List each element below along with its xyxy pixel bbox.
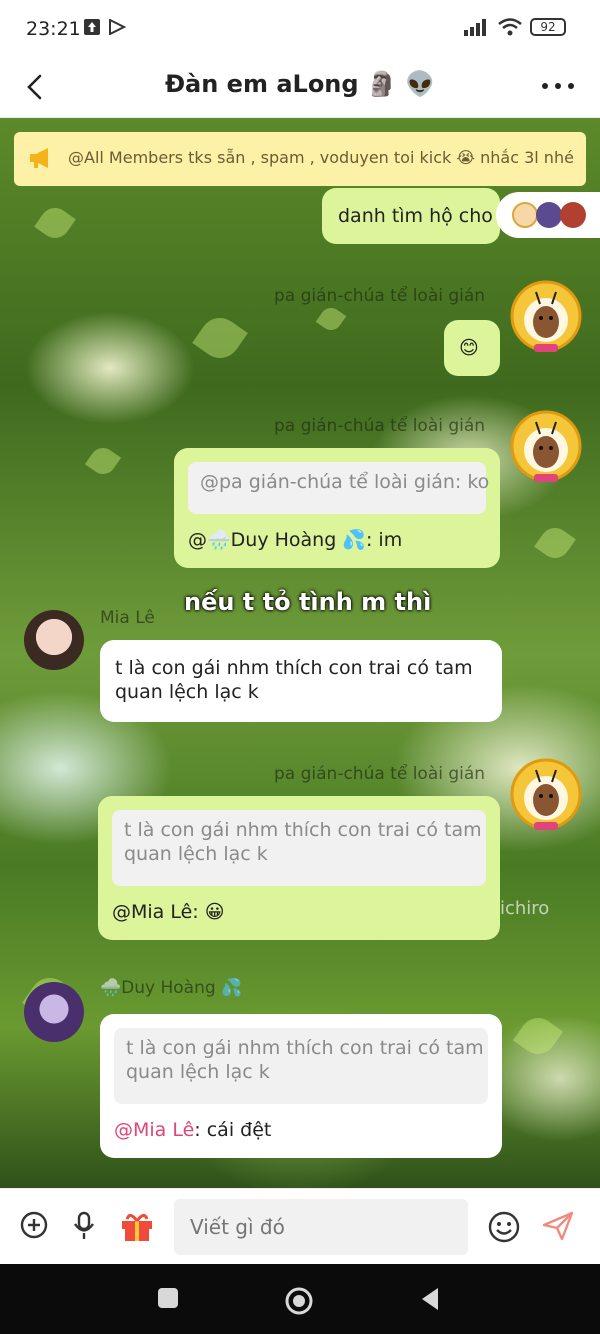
chat-area[interactable]: @All Members tks sẵn , spam , voduyen to…	[0, 118, 600, 1188]
sender-name: Mia Lê	[100, 608, 155, 628]
add-circle-icon[interactable]	[20, 1211, 48, 1239]
reply-bubble[interactable]: t là con gái nhm thích con trai có tam q…	[98, 796, 500, 940]
reaction-avatar	[560, 202, 586, 228]
message-input[interactable]	[174, 1199, 468, 1255]
gift-icon[interactable]	[120, 1211, 154, 1241]
cockroach-avatar-icon	[510, 410, 582, 482]
reply-body: : cái đệt	[194, 1119, 272, 1141]
send-icon[interactable]	[542, 1211, 574, 1241]
message-line: t là con gái nhm thích con trai có tam	[115, 657, 473, 679]
sender-name: pa gián-chúa tể loài gián	[274, 416, 486, 436]
avatar-pa-gian[interactable]	[508, 756, 584, 832]
video-caption: nếu t tỏ tình m thì	[184, 588, 432, 616]
message-text: danh tìm hộ cho	[338, 205, 493, 227]
status-time: 23:21	[26, 18, 81, 40]
announcement-text: @All Members tks sẵn , spam , voduyen to…	[68, 148, 574, 167]
sender-name: pa gián-chúa tể loài gián	[274, 764, 486, 784]
reply-body: : im	[365, 529, 403, 551]
reaction-avatar	[512, 202, 538, 228]
battery-level: 92	[540, 20, 556, 34]
announcement-banner[interactable]: @All Members tks sẵn , spam , voduyen to…	[14, 132, 586, 186]
quote-line: quan lệch lạc k	[124, 843, 268, 865]
reply-text: @Mia Lê: cái đệt	[114, 1118, 271, 1142]
message-line: quan lệch lạc k	[115, 681, 259, 703]
status-bar: 23:21 92	[0, 0, 600, 60]
group-title: Đàn em aLong 🗿 👽	[164, 70, 436, 98]
message-input-wrapper[interactable]	[174, 1199, 468, 1255]
emoji-icon[interactable]	[488, 1211, 520, 1243]
reply-bubble[interactable]: @pa gián-chúa tể loài gián: ko @🌧️Duy Ho…	[174, 448, 500, 568]
sender-name: pa gián-chúa tể loài gián	[274, 286, 486, 306]
cockroach-avatar-icon	[510, 280, 582, 352]
mention[interactable]: @🌧️Duy Hoàng 💦	[188, 529, 366, 551]
quote-line: t là con gái nhm thích con trai có tam	[124, 819, 482, 841]
composer-bar	[0, 1188, 600, 1264]
system-nav-bar	[0, 1264, 600, 1334]
reply-body: : 😀	[192, 901, 225, 923]
avatar-duy-hoang[interactable]	[24, 982, 84, 1042]
upload-icon	[84, 19, 100, 35]
message-bubble[interactable]: danh tìm hộ cho	[322, 188, 500, 244]
mention[interactable]: @Mia Lê	[114, 1119, 194, 1141]
signal-icon	[464, 19, 486, 36]
quote-line: quan lệch lạc k	[126, 1061, 270, 1083]
reply-bubble[interactable]: t là con gái nhm thích con trai có tam q…	[100, 1014, 502, 1158]
message-text: 😊	[459, 337, 479, 359]
message-bubble[interactable]: 😊	[444, 320, 500, 376]
reaction-avatars[interactable]	[496, 192, 600, 238]
cockroach-avatar-icon	[510, 758, 582, 830]
quoted-message: t là con gái nhm thích con trai có tam q…	[114, 1028, 488, 1104]
mention[interactable]: @Mia Lê	[112, 901, 192, 923]
quote-line: t là con gái nhm thích con trai có tam	[126, 1037, 484, 1059]
back-nav-icon[interactable]	[418, 1286, 442, 1312]
wifi-icon	[498, 18, 522, 36]
reply-text: @Mia Lê: 😀	[112, 900, 225, 924]
chat-header: Đàn em aLong 🗿 👽	[0, 60, 600, 118]
video-watermark: ichiro	[500, 898, 550, 919]
more-options-icon[interactable]	[540, 80, 576, 92]
quoted-message: @pa gián-chúa tể loài gián: ko	[188, 462, 489, 514]
play-store-icon	[109, 19, 126, 35]
battery-icon: 92	[530, 18, 566, 36]
avatar-pa-gian[interactable]	[508, 278, 584, 354]
avatar-mia-le[interactable]	[24, 610, 84, 670]
megaphone-icon	[30, 148, 48, 168]
quoted-message: t là con gái nhm thích con trai có tam q…	[112, 810, 486, 886]
avatar-pa-gian[interactable]	[508, 408, 584, 484]
recent-apps-icon[interactable]	[156, 1286, 180, 1310]
reaction-avatar	[536, 202, 562, 228]
reply-text: @🌧️Duy Hoàng 💦: im	[188, 528, 402, 552]
home-icon[interactable]	[284, 1286, 314, 1316]
microphone-icon[interactable]	[72, 1211, 96, 1241]
sender-name: 🌧️Duy Hoàng 💦	[100, 978, 243, 998]
message-bubble[interactable]: t là con gái nhm thích con trai có tam q…	[100, 640, 502, 722]
